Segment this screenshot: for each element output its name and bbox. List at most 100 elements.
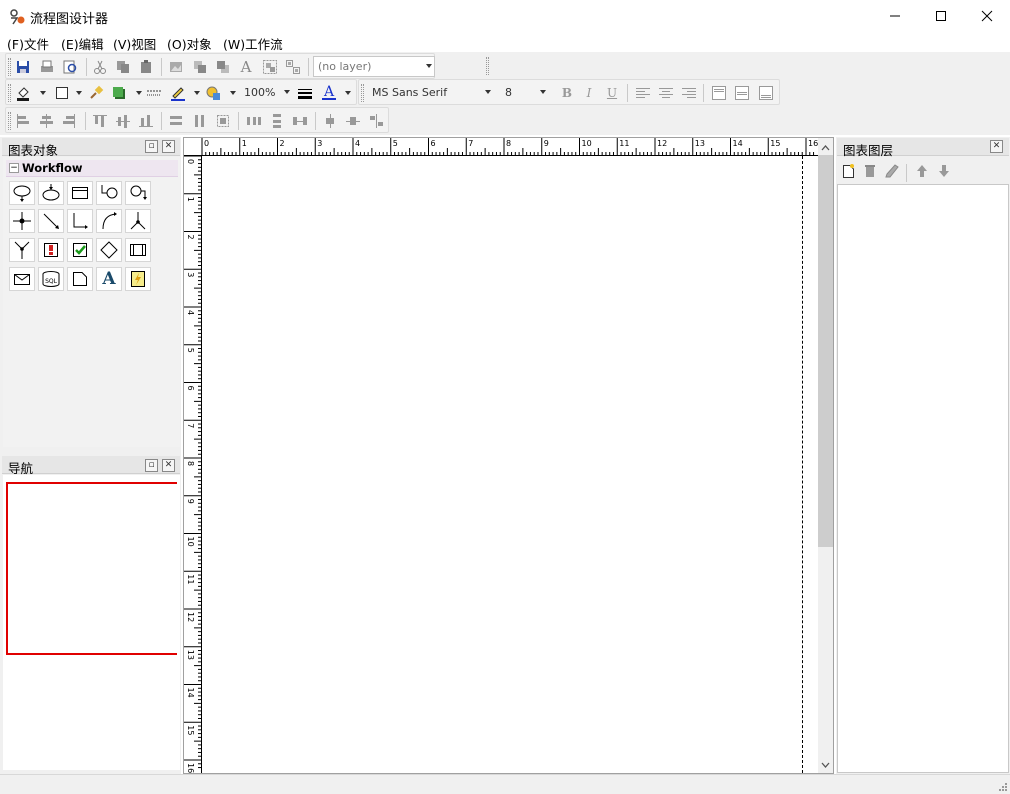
- space-down-icon[interactable]: [269, 113, 285, 129]
- delete-layer-icon[interactable]: [862, 163, 878, 179]
- merge-icon[interactable]: [9, 238, 35, 262]
- shadow-icon[interactable]: [111, 85, 127, 101]
- loop-shape-icon[interactable]: [125, 181, 151, 205]
- new-layer-icon[interactable]: [840, 163, 856, 179]
- same-size-icon[interactable]: [215, 113, 231, 129]
- collapse-icon[interactable]: −: [9, 163, 19, 173]
- pin-icon[interactable]: ▫: [145, 459, 158, 472]
- minimize-button[interactable]: [872, 0, 918, 32]
- scroll-up-icon[interactable]: [818, 140, 833, 155]
- align-middles-icon[interactable]: [115, 113, 131, 129]
- make-same-space-icon[interactable]: [292, 113, 308, 129]
- workflow-group-header[interactable]: Workflow: [6, 160, 178, 177]
- orthogonal-line-icon[interactable]: [67, 209, 93, 233]
- close-icon[interactable]: ✕: [162, 140, 175, 153]
- script-icon[interactable]: [125, 267, 151, 291]
- toolbar-grip[interactable]: [8, 58, 11, 76]
- split-icon[interactable]: [125, 209, 151, 233]
- activity-shape-icon[interactable]: [67, 181, 93, 205]
- ungroup-icon[interactable]: [285, 59, 301, 75]
- align-tops-icon[interactable]: [92, 113, 108, 129]
- toolbar-grip[interactable]: [8, 112, 11, 130]
- group-icon[interactable]: [262, 59, 278, 75]
- rectangle-icon[interactable]: [54, 85, 70, 101]
- line-color-dropdown[interactable]: [194, 91, 200, 95]
- manual-task-icon[interactable]: [38, 238, 64, 262]
- menu-file[interactable]: (F)文件: [7, 34, 49, 53]
- rectangle-dropdown[interactable]: [76, 91, 82, 95]
- subprocess-icon[interactable]: [125, 238, 151, 262]
- save-icon[interactable]: [15, 59, 31, 75]
- straight-line-icon[interactable]: [38, 209, 64, 233]
- menu-view[interactable]: (V)视图: [113, 34, 156, 53]
- database-sql-icon[interactable]: SQL: [38, 267, 64, 291]
- fill-color-icon[interactable]: [15, 85, 31, 101]
- diagram-canvas[interactable]: [183, 137, 834, 774]
- font-color-dropdown[interactable]: [345, 91, 351, 95]
- align-middle-icon[interactable]: [734, 85, 750, 101]
- pin-icon[interactable]: ▫: [145, 140, 158, 153]
- send-back-icon[interactable]: [215, 59, 231, 75]
- navigator-viewport-rect[interactable]: [6, 482, 177, 655]
- italic-button[interactable]: I: [581, 85, 597, 101]
- format-painter-icon[interactable]: [88, 85, 104, 101]
- align-center-icon[interactable]: [658, 85, 674, 101]
- line-style-icon[interactable]: [146, 85, 162, 101]
- close-icon[interactable]: ✕: [990, 140, 1003, 153]
- check-task-icon[interactable]: [67, 238, 93, 262]
- scrollbar-thumb[interactable]: [818, 155, 833, 547]
- maximize-button[interactable]: [918, 0, 964, 32]
- align-bottom-icon[interactable]: [758, 85, 774, 101]
- image-icon[interactable]: [168, 59, 184, 75]
- edit-layer-icon[interactable]: [884, 163, 900, 179]
- align-centers-icon[interactable]: [38, 113, 54, 129]
- toolbar-grip[interactable]: [486, 57, 489, 75]
- menu-workflow[interactable]: (W)工作流: [223, 34, 283, 53]
- print-icon[interactable]: [39, 59, 55, 75]
- close-button[interactable]: [964, 0, 1010, 32]
- scroll-down-icon[interactable]: [818, 758, 833, 773]
- bring-front-icon[interactable]: [192, 59, 208, 75]
- move-layer-up-icon[interactable]: [914, 163, 930, 179]
- resize-grip-icon[interactable]: [998, 782, 1008, 792]
- print-preview-icon[interactable]: [62, 59, 78, 75]
- move-layer-down-icon[interactable]: [936, 163, 952, 179]
- align-bottoms-icon[interactable]: [138, 113, 154, 129]
- layers-list[interactable]: [837, 184, 1009, 773]
- cut-icon[interactable]: [92, 59, 108, 75]
- line-width-icon[interactable]: [297, 85, 313, 101]
- same-width-icon[interactable]: [168, 113, 184, 129]
- font-color-icon[interactable]: A: [321, 85, 337, 101]
- start-shape-icon[interactable]: [9, 181, 35, 205]
- space-across-icon[interactable]: [246, 113, 262, 129]
- line-color-icon[interactable]: [170, 85, 186, 101]
- document-icon[interactable]: [67, 267, 93, 291]
- align-left-icon[interactable]: [635, 85, 651, 101]
- shape-color-dropdown[interactable]: [230, 91, 236, 95]
- font-name-combo[interactable]: MS Sans Serif: [367, 82, 494, 103]
- font-size-combo[interactable]: 8: [500, 82, 549, 103]
- distribute-icon[interactable]: [368, 113, 384, 129]
- end-shape-icon[interactable]: [38, 181, 64, 205]
- layer-combo[interactable]: (no layer): [313, 56, 435, 77]
- align-rights-icon[interactable]: [61, 113, 77, 129]
- text-icon[interactable]: A: [238, 58, 254, 76]
- copy-icon[interactable]: [115, 59, 131, 75]
- decision-icon[interactable]: [96, 238, 122, 262]
- menu-object[interactable]: (O)对象: [167, 34, 212, 53]
- menu-edit[interactable]: (E)编辑: [61, 34, 104, 53]
- align-top-icon[interactable]: [711, 85, 727, 101]
- center-vertically-icon[interactable]: [345, 113, 361, 129]
- shape-color-icon[interactable]: [205, 85, 221, 101]
- underline-button[interactable]: U: [604, 85, 620, 101]
- curve-line-icon[interactable]: [96, 209, 122, 233]
- align-lefts-icon[interactable]: [15, 113, 31, 129]
- bold-button[interactable]: B: [559, 85, 575, 101]
- close-icon[interactable]: ✕: [162, 459, 175, 472]
- toolbar-grip[interactable]: [8, 84, 11, 102]
- center-horizontally-icon[interactable]: [322, 113, 338, 129]
- zoom-combo[interactable]: 100%: [239, 82, 293, 103]
- text-tool-icon[interactable]: A: [96, 267, 122, 291]
- shadow-dropdown[interactable]: [136, 91, 142, 95]
- toolbar-grip[interactable]: [361, 84, 364, 102]
